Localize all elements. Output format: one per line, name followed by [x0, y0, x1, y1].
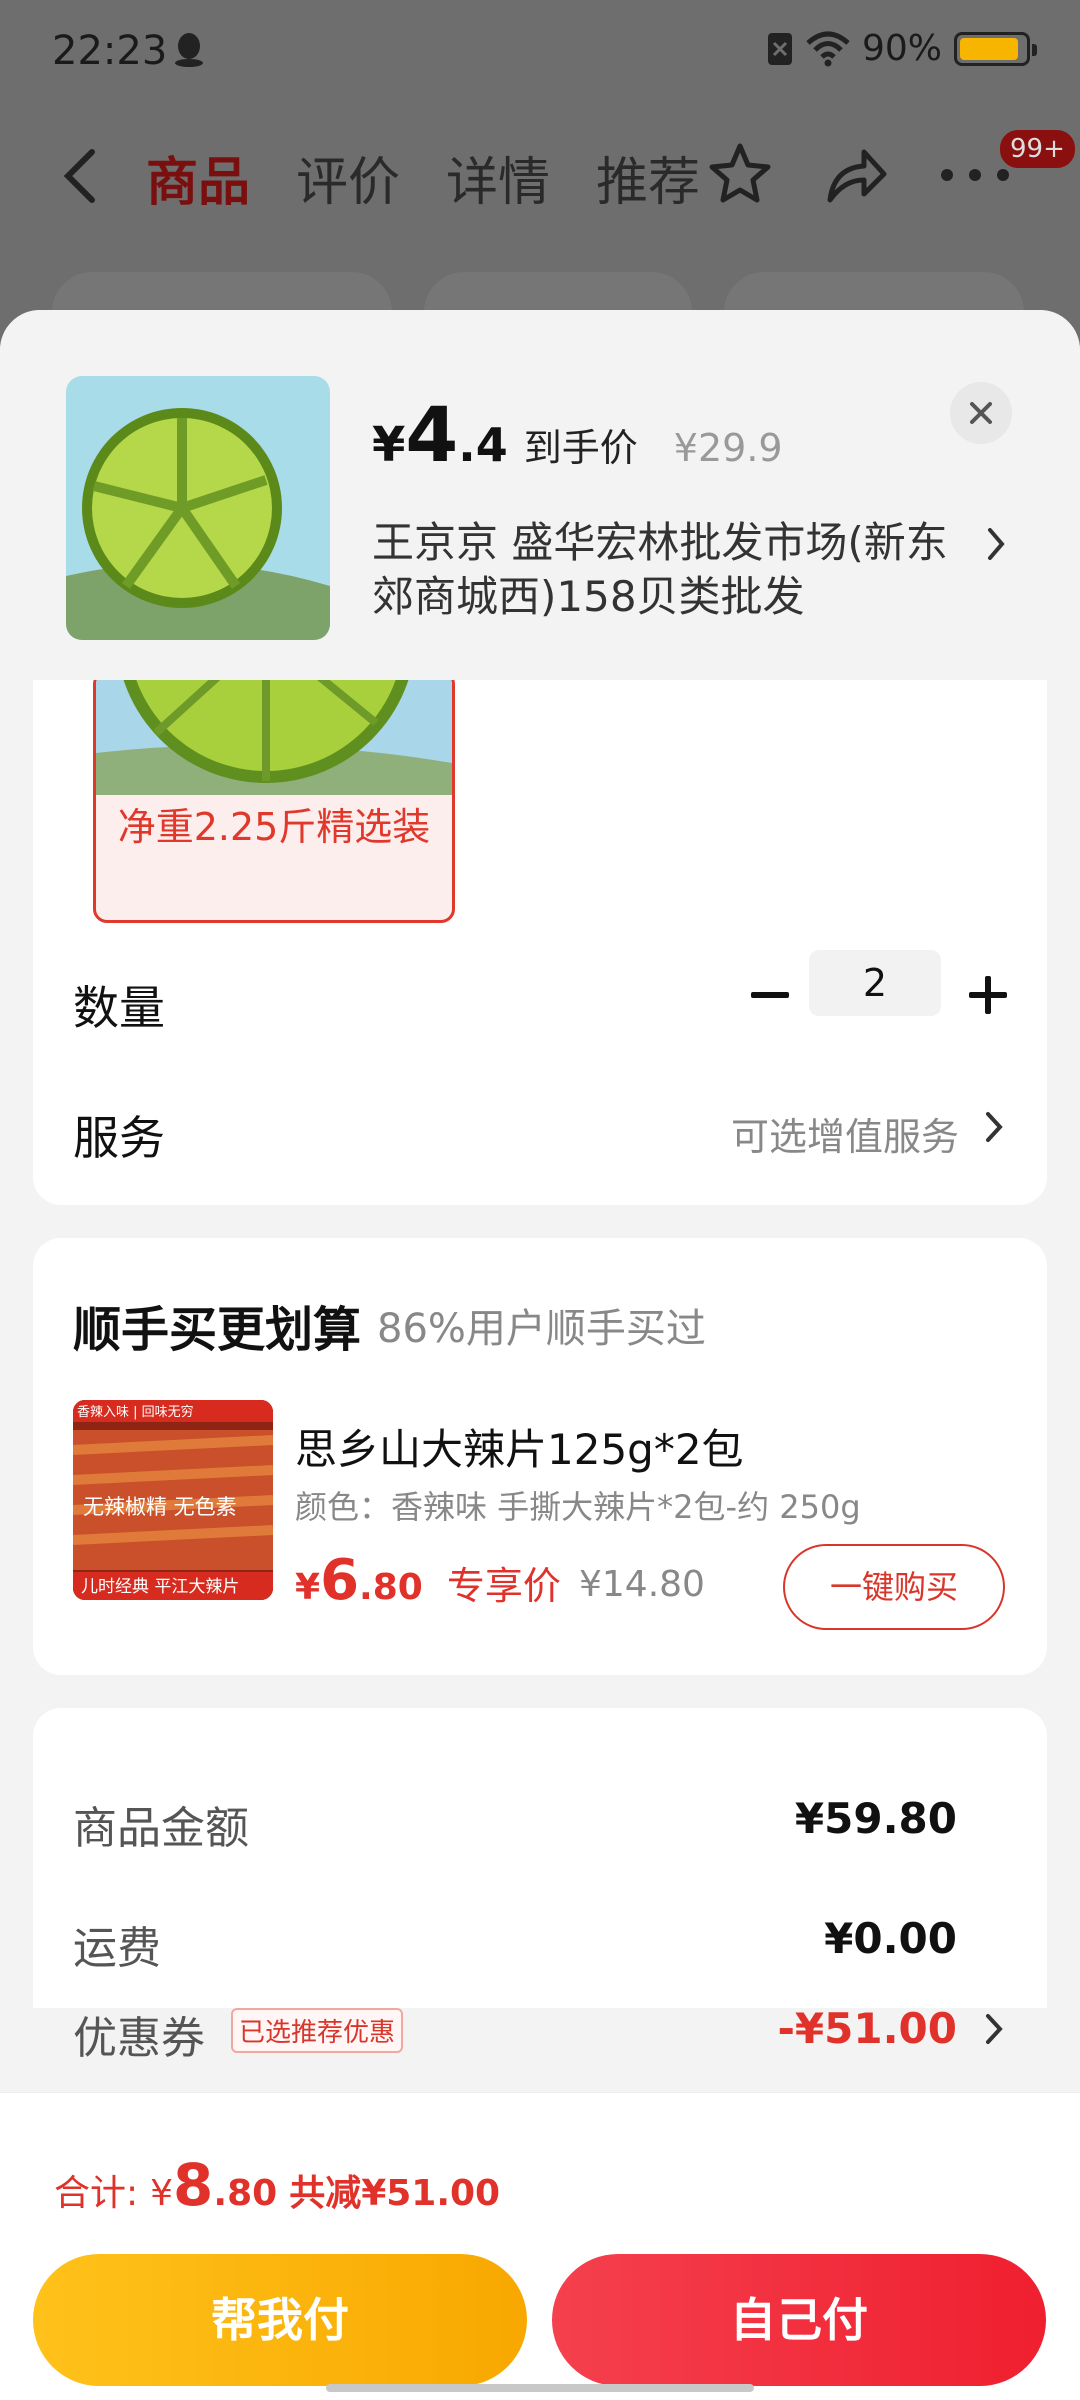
addon-title: 顺手买更划算: [73, 1302, 362, 1358]
variant-label: 净重2.25斤精选装: [117, 805, 431, 849]
sim-icon: [767, 32, 792, 65]
addon-price-currency: ¥: [295, 1567, 321, 1608]
addon-image[interactable]: 香辣入味 | 回味无穷 无辣椒精 无色素 儿时经典 平江大辣片: [73, 1400, 273, 1600]
status-time: 22:23: [52, 28, 168, 74]
total-price: 合计: ¥ 8 .80 共减¥51.00: [54, 2151, 500, 2219]
total-integer: 8: [173, 2151, 214, 2219]
goods-amount-value: ¥59.80: [794, 1794, 957, 1843]
coupon-label: 优惠券: [73, 2013, 205, 2064]
shipping-label: 运费: [73, 1923, 161, 1974]
quantity-label: 数量: [73, 981, 165, 1035]
sheet-header: ¥ 4 .4 到手价 ¥29.9 王京京 盛华宏林批发市场(新东郊商城西)158…: [0, 310, 1080, 680]
chevron-right-icon[interactable]: [984, 526, 1008, 562]
quantity-input[interactable]: 2: [809, 950, 941, 1016]
product-tabs: 商品 评价 详情 推荐: [146, 140, 700, 215]
product-thumbnail: [66, 376, 330, 640]
tab-product[interactable]: 商品: [146, 140, 250, 215]
plus-icon[interactable]: [965, 972, 1011, 1018]
service-value[interactable]: 可选增值服务: [731, 1106, 959, 1161]
addon-price-integer: 6: [320, 1548, 360, 1613]
price-tag: 到手价: [523, 426, 638, 470]
wifi-icon: [806, 31, 850, 66]
service-label: 服务: [73, 1111, 165, 1165]
qq-notification-icon: [175, 33, 203, 67]
variant-image: [96, 673, 452, 795]
addon-original-price: ¥14.80: [579, 1564, 705, 1605]
battery-percent: 90%: [861, 28, 942, 69]
minus-icon[interactable]: [747, 972, 793, 1018]
total-label: 合计:: [54, 2173, 139, 2214]
shipping-value: ¥0.00: [824, 1914, 957, 1963]
addon-image-mid-text: 无辣椒精 无色素: [83, 1495, 237, 1519]
back-arrow-icon[interactable]: [58, 148, 102, 204]
price-currency: ¥: [372, 417, 406, 473]
favorite-star-icon[interactable]: [706, 140, 774, 208]
addon-subtitle: 86%用户顺手买过: [377, 1306, 706, 1352]
coupon-value[interactable]: -¥51.00: [777, 2004, 957, 2053]
spicy-snack-image: 香辣入味 | 回味无穷 无辣椒精 无色素 儿时经典 平江大辣片: [73, 1400, 273, 1600]
chevron-right-icon[interactable]: [983, 1110, 1005, 1144]
coupon-selected-badge: 已选推荐优惠: [231, 2008, 404, 2053]
price-summary-card: 商品金额 ¥59.80 运费 ¥0.00 优惠券 已选推荐优惠 -¥51.00: [33, 1708, 1047, 2064]
tab-recommend[interactable]: 推荐: [596, 140, 700, 215]
addon-price: ¥ 6 .80 专享价: [295, 1548, 561, 1613]
addon-card: 顺手买更划算 86%用户顺手买过 香辣入味 | 回味无穷 无辣椒精 无色素 儿时…: [33, 1238, 1047, 1675]
addon-price-tag: 专享价: [446, 1564, 561, 1608]
total-discount: 共减¥51.00: [289, 2173, 501, 2214]
price-row: ¥ 4 .4 到手价 ¥29.9: [372, 390, 783, 479]
total-currency: ¥: [150, 2173, 174, 2214]
original-price: ¥29.9: [673, 426, 783, 470]
addon-image-top-text: 香辣入味 | 回味无穷: [77, 1404, 194, 1420]
options-card: 净重2.25斤精选装 数量 2 服务 可选增值服务: [33, 670, 1047, 1205]
cart-badge: 99+: [998, 128, 1077, 170]
pay-myself-button[interactable]: 自己付: [552, 2254, 1046, 2386]
product-nav-bar: 商品 评价 详情 推荐 99+: [0, 110, 1080, 240]
close-icon[interactable]: [950, 382, 1012, 444]
goods-amount-label: 商品金额: [73, 1803, 249, 1854]
share-icon[interactable]: [822, 144, 890, 206]
status-right: 90%: [766, 28, 1037, 69]
battery-icon: [954, 31, 1037, 66]
total-decimal: .80: [213, 2173, 278, 2214]
tab-reviews[interactable]: 评价: [296, 140, 400, 215]
addon-image-bottom-text: 儿时经典 平江大辣片: [81, 1577, 239, 1597]
more-options-icon[interactable]: [940, 168, 1010, 182]
addon-product-name[interactable]: 思乡山大辣片125g*2包: [295, 1416, 744, 1477]
shop-name[interactable]: 王京京 盛华宏林批发市场(新东郊商城西)158贝类批发: [372, 516, 972, 624]
tab-details[interactable]: 详情: [446, 140, 550, 215]
home-indicator[interactable]: [326, 2384, 754, 2392]
help-me-pay-button[interactable]: 帮我付: [33, 2254, 527, 2386]
addon-price-decimal: .80: [359, 1567, 423, 1608]
price-integer: 4: [405, 390, 459, 479]
variant-option-selected[interactable]: 净重2.25斤精选装: [93, 670, 455, 923]
status-bar: 22:23 90%: [0, 0, 1080, 100]
chevron-right-icon[interactable]: [983, 2012, 1005, 2046]
purchase-bottom-sheet: 净重2.25斤精选装 数量 2 服务 可选增值服务 ¥ 4 .4 到手价 ¥29…: [0, 310, 1080, 2400]
price-decimal: .4: [458, 418, 508, 472]
addon-product-spec: 颜色：香辣味 手撕大辣片*2包-约 250g: [295, 1488, 861, 1526]
one-click-buy-button[interactable]: 一键购买: [783, 1544, 1005, 1630]
